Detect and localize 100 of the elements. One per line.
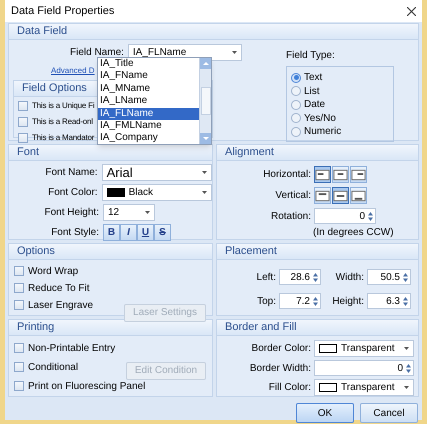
border-width-field[interactable]: 0 — [314, 360, 414, 376]
spin-arrows-icon — [403, 272, 408, 282]
alignment-icon — [315, 168, 330, 180]
scroll-down-button[interactable] — [200, 133, 211, 144]
alignment-button[interactable] — [314, 187, 331, 204]
font-name-dropdown[interactable]: Arial — [102, 164, 212, 181]
color-swatch — [319, 383, 337, 392]
field-label: Font Color: — [47, 186, 98, 200]
section-header: Alignment — [217, 145, 418, 161]
fill-color-dropdown[interactable]: Transparent — [314, 379, 414, 396]
rotation-field[interactable]: 0 — [314, 208, 376, 224]
radio-label: Numeric — [304, 125, 342, 140]
field-label: Font Height: — [44, 206, 99, 220]
radio-button[interactable] — [291, 86, 301, 96]
dropdown-item[interactable]: IA_Title — [98, 58, 199, 70]
checkbox[interactable] — [14, 343, 24, 353]
checkbox[interactable] — [14, 362, 24, 372]
alignment-icon — [351, 168, 366, 180]
rotation-note: (In degrees CCW) — [312, 226, 395, 240]
field-label: Field Name: — [70, 46, 124, 58]
width-field[interactable]: 50.5 — [367, 269, 411, 285]
section-header: Printing — [9, 320, 212, 336]
color-swatch — [319, 344, 337, 353]
checkbox-label: This is a Read-onl — [32, 116, 93, 128]
checkbox-label: Reduce To Fit — [28, 282, 90, 296]
font-style-button[interactable]: S — [154, 224, 171, 241]
field-label: Left: — [256, 270, 276, 284]
field-label: Border Color: — [250, 342, 311, 356]
color-swatch — [106, 188, 125, 197]
checkbox-label: Laser Engrave — [28, 298, 94, 312]
alignment-button[interactable] — [332, 187, 349, 204]
dialog-button[interactable]: OK — [296, 403, 354, 423]
radio-button[interactable] — [291, 72, 301, 83]
font-style-button[interactable]: U — [137, 224, 154, 241]
alignment-button[interactable] — [314, 166, 331, 183]
checkbox[interactable] — [14, 300, 24, 310]
checkbox-label: This is a Unique Fi — [32, 100, 94, 112]
caret-icon — [404, 347, 409, 350]
radio-label: Text — [304, 71, 322, 86]
alignment-button[interactable] — [332, 166, 349, 183]
border-color-dropdown[interactable]: Transparent — [314, 340, 414, 357]
dropdown-item[interactable]: IA_FLName — [98, 108, 199, 120]
font-style-button[interactable]: B — [103, 224, 120, 241]
checkbox[interactable] — [14, 381, 24, 391]
height-field[interactable]: 6.3 — [367, 293, 411, 309]
scroll-thumb[interactable] — [200, 87, 210, 115]
radio-label: List — [304, 84, 320, 99]
field-label: Font Name: — [44, 166, 98, 180]
spin-arrows-icon — [313, 296, 318, 306]
checkbox-label: Print on Fluorescing Panel — [28, 380, 146, 394]
left-field[interactable]: 28.6 — [279, 269, 321, 285]
close-icon[interactable] — [407, 6, 416, 16]
section-header: Font — [9, 145, 212, 161]
dropdown-item[interactable]: IA_FName — [98, 70, 199, 83]
font-style-button[interactable]: I — [120, 224, 137, 241]
scroll-up-button[interactable] — [200, 58, 211, 69]
caret-icon — [145, 211, 150, 214]
section-header: Border and Fill — [217, 320, 418, 336]
checkbox[interactable] — [18, 101, 28, 111]
scrollbar[interactable] — [199, 58, 211, 144]
dialog-button[interactable]: Cancel — [360, 403, 418, 423]
field-type-label: Field Type: — [286, 49, 336, 63]
radio-button[interactable] — [291, 100, 301, 110]
field-label: Top: — [256, 294, 276, 308]
checkbox[interactable] — [18, 117, 28, 127]
field-label: Font Style: — [50, 226, 99, 240]
spin-arrows-icon — [406, 364, 411, 372]
top-field[interactable]: 7.2 — [279, 293, 321, 309]
dropdown-item[interactable]: IA_MName — [98, 82, 199, 96]
caret-icon — [202, 191, 207, 194]
caret-icon — [404, 386, 409, 389]
alignment-button[interactable] — [350, 187, 367, 204]
checkbox-label: Word Wrap — [28, 264, 78, 278]
radio-button[interactable] — [291, 126, 301, 137]
checkbox-label: Non-Printable Entry — [28, 342, 116, 356]
alignment-icon — [351, 190, 366, 202]
checkbox[interactable] — [14, 283, 24, 293]
alignment-icon — [333, 168, 348, 180]
section-header: Placement — [217, 244, 418, 260]
dropdown-item[interactable]: IA_LName — [98, 95, 199, 108]
font-height-dropdown[interactable]: 12 — [103, 204, 155, 221]
window-title: Data Field Properties — [11, 4, 114, 19]
radio-label: Date — [304, 98, 326, 112]
caret-icon — [232, 51, 237, 54]
alignment-button[interactable] — [350, 166, 367, 183]
field-label: Horizontal: — [262, 168, 311, 182]
font-color-dropdown[interactable]: Black — [102, 184, 212, 201]
checkbox[interactable] — [18, 133, 28, 143]
dropdown-item[interactable]: IA_FMLName — [98, 120, 199, 132]
alignment-icon — [333, 190, 348, 202]
section-header: Options — [9, 244, 212, 260]
radio-button[interactable] — [291, 113, 301, 124]
field-label: Vertical: — [274, 189, 311, 203]
advanced-link[interactable]: Advanced D — [51, 65, 95, 77]
checkbox-label: Conditional — [28, 360, 78, 374]
caret-icon — [202, 171, 207, 174]
checkbox[interactable] — [14, 266, 24, 276]
spin-arrows-icon — [368, 212, 373, 220]
dropdown-item[interactable]: IA_Company — [98, 132, 199, 144]
spin-arrows-icon — [313, 272, 318, 282]
